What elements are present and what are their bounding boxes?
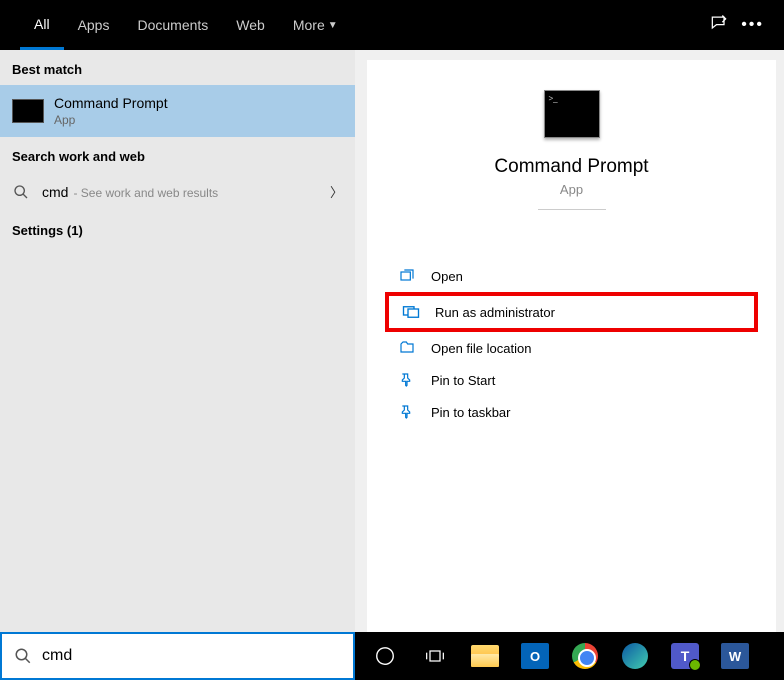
search-input[interactable] <box>42 647 341 665</box>
tab-web[interactable]: Web <box>222 0 279 50</box>
chevron-right-icon: 〉 <box>330 182 343 201</box>
tab-all[interactable]: All <box>20 0 64 50</box>
more-options-icon[interactable]: ••• <box>741 16 764 34</box>
action-pin-to-taskbar[interactable]: Pin to taskbar <box>385 396 758 428</box>
admin-icon <box>401 304 421 320</box>
folder-icon <box>397 340 417 356</box>
tab-apps[interactable]: Apps <box>64 0 124 50</box>
web-query: cmd <box>42 184 68 200</box>
search-icon <box>14 647 32 665</box>
result-subtitle: App <box>54 113 343 127</box>
results-panel: Best match Command Prompt App Search wor… <box>0 50 355 632</box>
taskbar-cortana[interactable] <box>361 634 409 678</box>
taskbar-chrome[interactable] <box>561 634 609 678</box>
preview-subtitle: App <box>367 182 776 197</box>
taskbar-edge[interactable] <box>611 634 659 678</box>
taskbar-file-explorer[interactable] <box>461 634 509 678</box>
taskbar-task-view[interactable] <box>411 634 459 678</box>
preview-cmd-icon <box>544 90 600 138</box>
action-pin-start-label: Pin to Start <box>431 373 495 388</box>
action-open-label: Open <box>431 269 463 284</box>
action-location-label: Open file location <box>431 341 531 356</box>
taskbar-word[interactable]: W <box>711 634 759 678</box>
action-admin-label: Run as administrator <box>435 305 555 320</box>
chevron-down-icon: ▼ <box>328 20 338 31</box>
action-open[interactable]: Open <box>385 260 758 292</box>
web-result-cmd[interactable]: cmd - See work and web results 〉 <box>0 172 355 211</box>
action-pin-taskbar-label: Pin to taskbar <box>431 405 511 420</box>
cmd-icon <box>12 99 44 123</box>
action-run-as-admin[interactable]: Run as administrator <box>385 292 758 332</box>
action-open-file-location[interactable]: Open file location <box>385 332 758 364</box>
search-web-header: Search work and web <box>0 137 355 172</box>
tab-more[interactable]: More▼ <box>279 0 352 50</box>
search-tabs-bar: All Apps Documents Web More▼ ••• <box>0 0 784 50</box>
result-title: Command Prompt <box>54 95 343 111</box>
search-box[interactable] <box>0 632 355 680</box>
open-icon <box>397 268 417 284</box>
tab-documents[interactable]: Documents <box>123 0 222 50</box>
best-match-header: Best match <box>0 50 355 85</box>
taskbar-outlook[interactable]: O <box>511 634 559 678</box>
taskbar: O T W <box>355 632 784 680</box>
pin-start-icon <box>397 372 417 388</box>
action-pin-to-start[interactable]: Pin to Start <box>385 364 758 396</box>
preview-title: Command Prompt <box>367 156 776 178</box>
web-hint: - See work and web results <box>73 186 218 200</box>
pin-taskbar-icon <box>397 404 417 420</box>
search-icon <box>12 183 30 201</box>
result-command-prompt[interactable]: Command Prompt App <box>0 85 355 137</box>
preview-panel: Command Prompt App Open Run as administr… <box>367 60 776 632</box>
feedback-icon[interactable] <box>709 13 729 38</box>
taskbar-teams[interactable]: T <box>661 634 709 678</box>
settings-header[interactable]: Settings (1) <box>0 211 355 246</box>
